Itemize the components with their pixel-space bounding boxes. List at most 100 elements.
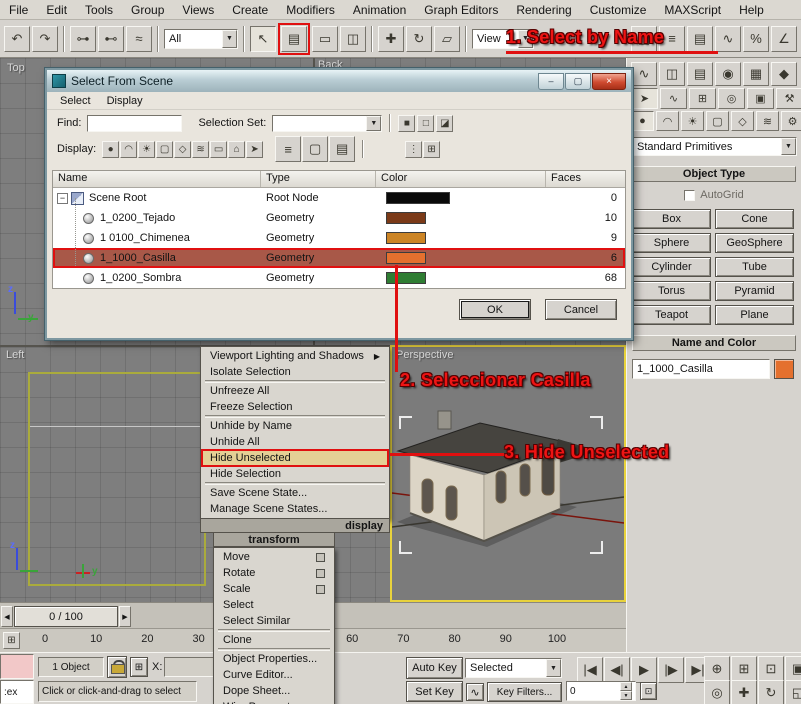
- geometry-category-icon[interactable]: ●: [631, 111, 654, 131]
- rectangular-selection-region-icon[interactable]: ▭: [312, 26, 338, 52]
- zoom-all-icon[interactable]: ⊞: [731, 656, 757, 682]
- cancel-button[interactable]: Cancel: [545, 299, 617, 320]
- display-lights-icon[interactable]: ☀: [138, 141, 155, 158]
- time-slider-prev-icon[interactable]: ◀: [1, 606, 13, 627]
- render-setup-icon[interactable]: ▦: [743, 62, 769, 86]
- menu-maxscript[interactable]: MAXScript: [655, 3, 730, 17]
- dialog-menu-display[interactable]: Display: [99, 95, 151, 107]
- menu-item-select[interactable]: Select: [215, 597, 333, 613]
- shapes-category-icon[interactable]: ◠: [656, 111, 679, 131]
- show-hierarchy-icon[interactable]: ⊞: [423, 141, 440, 158]
- utilities-tab-icon[interactable]: ⚒: [776, 88, 801, 109]
- previous-frame-icon[interactable]: ◀|: [604, 657, 630, 683]
- key-selection-dropdown[interactable]: Selected ▼: [465, 658, 562, 678]
- menu-file[interactable]: File: [0, 3, 37, 17]
- maximize-viewport-icon[interactable]: ◱: [785, 680, 801, 704]
- motion-tab-icon[interactable]: ◎: [718, 88, 745, 109]
- menu-item-unhide-all[interactable]: Unhide All: [202, 434, 388, 450]
- color-swatch[interactable]: [386, 252, 426, 264]
- column-header-name[interactable]: Name: [53, 171, 261, 187]
- play-icon[interactable]: ▶: [631, 657, 657, 683]
- select-and-rotate-icon[interactable]: ↻: [406, 26, 432, 52]
- render-production-icon[interactable]: ◆: [771, 62, 797, 86]
- window-crossing-icon[interactable]: ◫: [340, 26, 366, 52]
- object-type-tube-button[interactable]: Tube: [715, 257, 794, 277]
- select-and-move-icon[interactable]: ✚: [378, 26, 404, 52]
- material-editor-icon[interactable]: ◉: [715, 62, 741, 86]
- column-header-type[interactable]: Type: [261, 171, 376, 187]
- curve-editor-icon[interactable]: ∿: [715, 26, 741, 52]
- menu-item-scale[interactable]: Scale: [215, 581, 333, 597]
- primitive-category-dropdown[interactable]: Standard Primitives ▼: [632, 137, 797, 156]
- undo-icon[interactable]: ↶: [4, 26, 30, 52]
- layer-manager-icon[interactable]: ▤: [687, 62, 713, 86]
- house-wireframe[interactable]: [28, 372, 206, 586]
- unlink-selection-icon[interactable]: ⊷: [98, 26, 124, 52]
- detail-view-icon[interactable]: ▤: [329, 136, 355, 162]
- display-space-warps-icon[interactable]: ≋: [192, 141, 209, 158]
- time-configuration-icon[interactable]: ⊡: [640, 682, 657, 700]
- menu-item-wire-parameters[interactable]: Wire Parameters...: [215, 699, 333, 704]
- time-slider-next-icon[interactable]: ▶: [119, 606, 131, 627]
- angle-snap-icon[interactable]: ∠: [771, 26, 797, 52]
- spinner-up-icon[interactable]: ▲: [620, 682, 632, 691]
- select-none-icon[interactable]: □: [417, 115, 434, 132]
- redo-icon[interactable]: ↷: [32, 26, 58, 52]
- color-swatch[interactable]: [386, 232, 426, 244]
- modify-tab-icon[interactable]: ∿: [660, 88, 687, 109]
- menu-modifiers[interactable]: Modifiers: [277, 3, 344, 17]
- frame-spinner[interactable]: ▲▼: [620, 682, 632, 700]
- menu-item-hide-selection[interactable]: Hide Selection: [202, 466, 388, 482]
- menu-help[interactable]: Help: [730, 3, 773, 17]
- default-tangent-icon[interactable]: ∿: [466, 683, 484, 701]
- select-by-name-icon[interactable]: ▤: [281, 26, 307, 52]
- settings-box-icon[interactable]: [316, 569, 325, 578]
- table-row[interactable]: −Scene RootRoot Node0: [53, 188, 625, 208]
- menu-item-object-properties[interactable]: Object Properties...: [215, 651, 333, 667]
- systems-category-icon[interactable]: ⚙: [781, 111, 801, 131]
- object-color-swatch[interactable]: [774, 359, 794, 379]
- create-tab-icon[interactable]: ➤: [631, 88, 658, 109]
- object-type-torus-button[interactable]: Torus: [632, 281, 711, 301]
- zoom-region-icon[interactable]: ▣: [785, 656, 801, 682]
- arc-rotate-icon[interactable]: ↻: [758, 680, 784, 704]
- menu-item-manage-scene-states[interactable]: Manage Scene States...: [202, 501, 388, 517]
- schematic-view-icon[interactable]: ◫: [659, 62, 685, 86]
- display-helpers-icon[interactable]: ◇: [174, 141, 191, 158]
- bind-to-space-warp-icon[interactable]: ≈: [126, 26, 152, 52]
- menu-tools[interactable]: Tools: [76, 3, 122, 17]
- find-input[interactable]: [87, 115, 182, 132]
- auto-key-button[interactable]: Auto Key: [406, 657, 463, 679]
- table-row[interactable]: 1_0200_TejadoGeometry10: [53, 208, 625, 228]
- menu-item-unfreeze-all[interactable]: Unfreeze All: [202, 383, 388, 399]
- menu-group[interactable]: Group: [122, 3, 173, 17]
- object-type-rollout[interactable]: Object Type: [632, 166, 796, 182]
- object-type-plane-button[interactable]: Plane: [715, 305, 794, 325]
- set-key-button[interactable]: Set Key: [406, 681, 463, 702]
- color-swatch[interactable]: [386, 272, 426, 284]
- object-type-pyramid-button[interactable]: Pyramid: [715, 281, 794, 301]
- menu-animation[interactable]: Animation: [344, 3, 415, 17]
- name-and-color-rollout[interactable]: Name and Color: [632, 335, 796, 351]
- field-of-view-icon[interactable]: ◎: [704, 680, 730, 704]
- menu-item-hide-unselected[interactable]: Hide Unselected: [202, 450, 388, 466]
- current-frame-field[interactable]: 0 ▲▼: [566, 681, 636, 701]
- settings-box-icon[interactable]: [316, 553, 325, 562]
- list-view-icon[interactable]: ≡: [275, 136, 301, 162]
- menu-item-freeze-selection[interactable]: Freeze Selection: [202, 399, 388, 415]
- space-warps-category-icon[interactable]: ≋: [756, 111, 779, 131]
- display-cameras-icon[interactable]: ▢: [156, 141, 173, 158]
- table-row[interactable]: 1_1000_CasillaGeometry6: [53, 248, 625, 268]
- hierarchy-tab-icon[interactable]: ⊞: [689, 88, 716, 109]
- menu-item-curve-editor[interactable]: Curve Editor...: [215, 667, 333, 683]
- menu-item-clone[interactable]: Clone: [215, 632, 333, 648]
- object-type-teapot-button[interactable]: Teapot: [632, 305, 711, 325]
- display-shapes-icon[interactable]: ◠: [120, 141, 137, 158]
- menu-graph-editors[interactable]: Graph Editors: [415, 3, 507, 17]
- minimize-icon[interactable]: –: [538, 73, 564, 90]
- display-groups-icon[interactable]: ▭: [210, 141, 227, 158]
- pan-icon[interactable]: ✚: [731, 680, 757, 704]
- ok-button[interactable]: OK: [459, 299, 531, 320]
- tree-collapse-icon[interactable]: −: [57, 193, 68, 204]
- cameras-category-icon[interactable]: ▢: [706, 111, 729, 131]
